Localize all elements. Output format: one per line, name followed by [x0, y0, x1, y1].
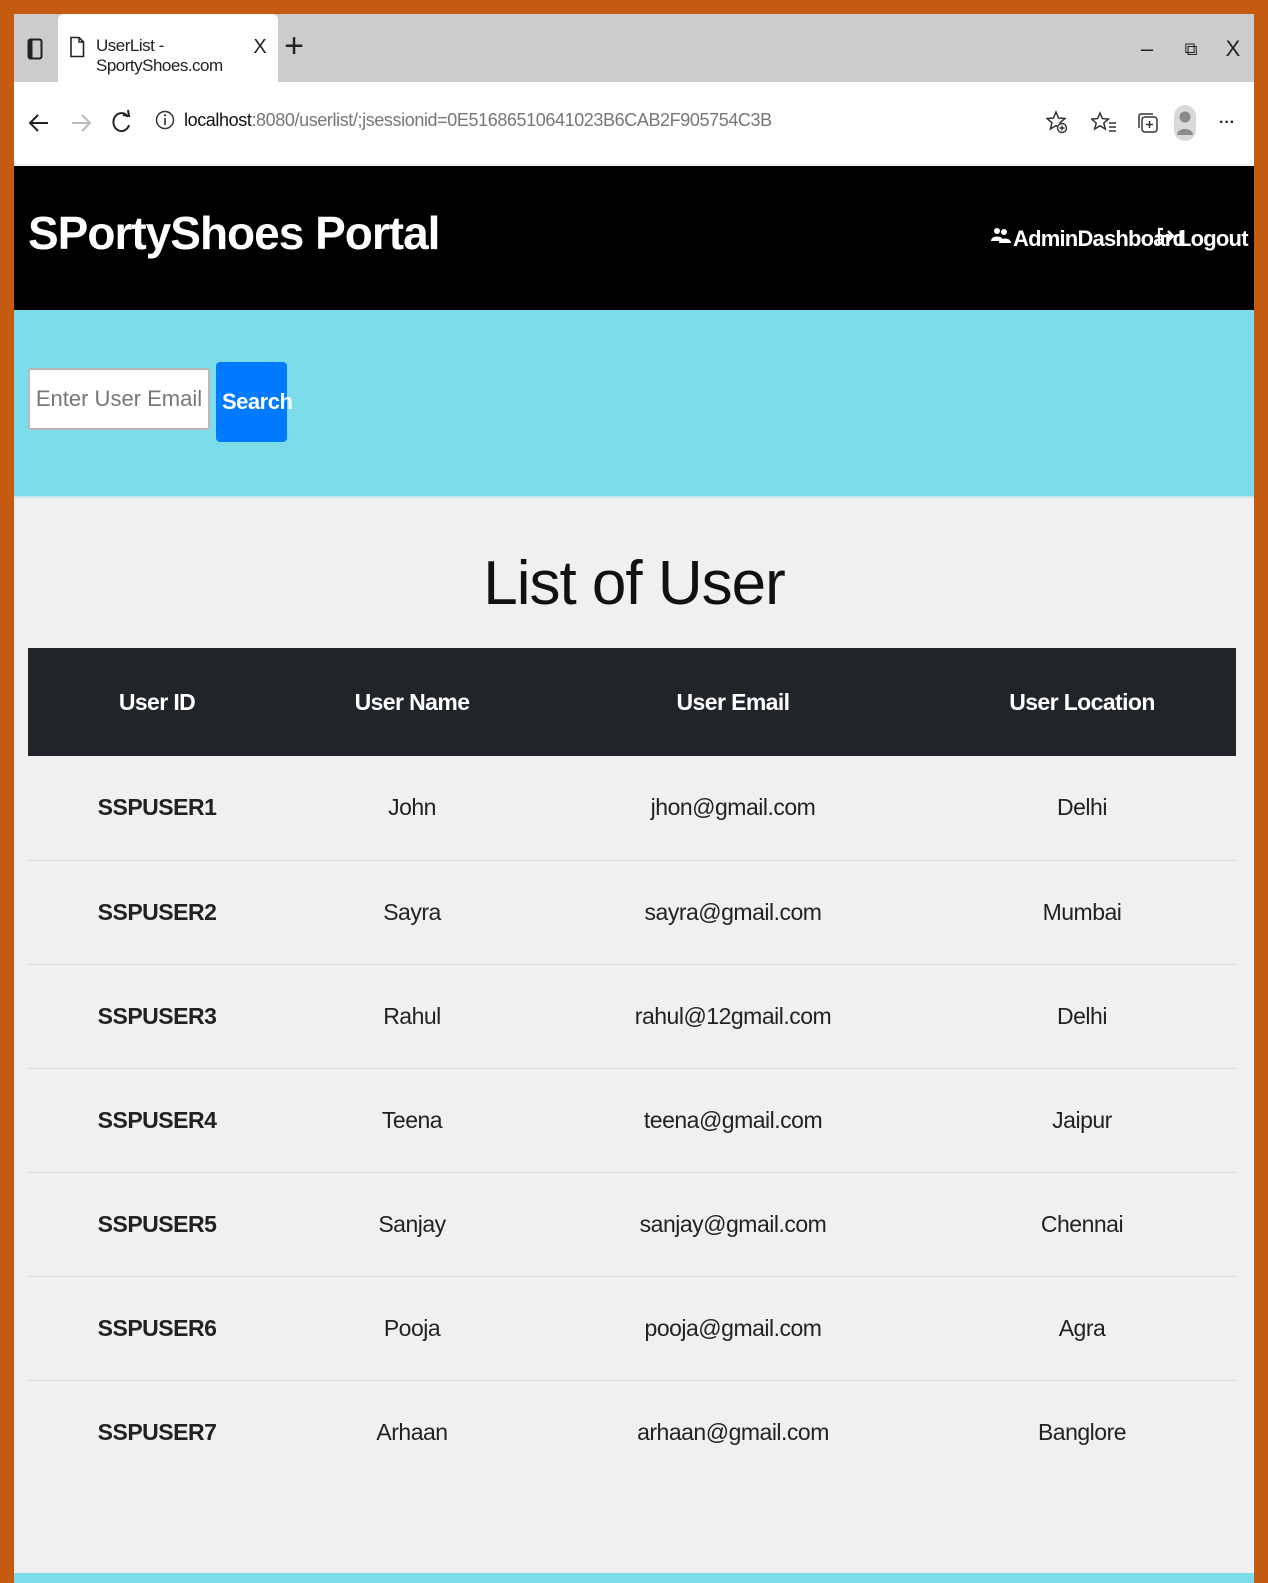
cell-user-email: sanjay@gmail.com — [639, 1210, 827, 1237]
search-button[interactable]: Search — [216, 362, 293, 442]
cell-user-email: rahul@12gmail.com — [634, 1002, 832, 1029]
cell-user-name: Pooja — [383, 1314, 441, 1341]
table-row: SSPUSER4 Teena teena@gmail.com Jaipur — [28, 1068, 1236, 1172]
favorites-icon[interactable] — [1090, 108, 1118, 138]
cell-user-email: pooja@gmail.com — [644, 1314, 822, 1341]
user-email-search-input[interactable] — [28, 368, 210, 430]
cell-user-name: Teena — [381, 1106, 443, 1133]
url-text: localhost:8080/userlist/;jsessionid=0E51… — [184, 110, 772, 131]
tab-actions-icon[interactable] — [24, 36, 46, 62]
cell-user-location: Agra — [1058, 1314, 1106, 1341]
tab-strip: UserList - SportyShoes.com X + – ⧉ X — [14, 14, 1254, 84]
table-row: SSPUSER6 Pooja pooja@gmail.com Agra — [28, 1276, 1236, 1380]
refresh-icon[interactable] — [108, 106, 134, 138]
header-user-id: User ID — [118, 688, 196, 715]
logout-link[interactable]: Logout — [1156, 226, 1249, 252]
cell-user-name: John — [388, 794, 436, 821]
cell-user-location: Delhi — [1057, 794, 1107, 821]
table-row: SSPUSER3 Rahul rahul@12gmail.com Delhi — [28, 964, 1236, 1068]
cell-user-email: teena@gmail.com — [643, 1106, 823, 1133]
cell-user-email: sayra@gmail.com — [644, 898, 822, 925]
table-row: SSPUSER1 John jhon@gmail.com Delhi — [28, 756, 1236, 860]
cell-user-email: jhon@gmail.com — [650, 794, 816, 821]
url-path: :8080/userlist/;jsessionid=0E51686510641… — [251, 110, 772, 130]
page-title: List of User — [483, 549, 786, 618]
cell-user-id: SSPUSER1 — [97, 794, 217, 821]
collections-icon[interactable] — [1134, 108, 1162, 138]
cell-user-name: Sanjay — [378, 1210, 446, 1237]
cell-user-email: arhaan@gmail.com — [637, 1418, 829, 1445]
search-section: Search — [14, 310, 1254, 498]
user-table: User ID User Name User Email User Locati… — [28, 648, 1236, 1484]
new-tab-icon[interactable]: + — [280, 27, 308, 65]
sign-out-icon — [1156, 226, 1176, 252]
header-user-email: User Email — [676, 688, 791, 715]
site-navbar: SPortyShoes Portal AdminDashboard Logout — [14, 166, 1254, 310]
tab-close-icon[interactable]: X — [250, 34, 270, 60]
browser-toolbar: localhost:8080/userlist/;jsessionid=0E51… — [14, 82, 1254, 164]
minimize-icon[interactable]: – — [1134, 36, 1160, 62]
close-window-icon[interactable]: X — [1220, 36, 1246, 62]
cell-user-name: Rahul — [383, 1002, 441, 1029]
cell-user-id: SSPUSER4 — [97, 1106, 217, 1133]
cell-user-id: SSPUSER7 — [97, 1418, 217, 1445]
cell-user-location: Delhi — [1057, 1002, 1107, 1029]
forward-arrow-icon[interactable] — [68, 108, 94, 138]
cell-user-name: Sayra — [383, 898, 441, 925]
table-header-row: User ID User Name User Email User Locati… — [28, 648, 1236, 756]
url-host: localhost — [184, 110, 252, 130]
header-user-location: User Location — [1009, 688, 1155, 715]
address-bar[interactable]: localhost:8080/userlist/;jsessionid=0E51… — [144, 90, 1076, 152]
page-icon — [68, 34, 86, 60]
cell-user-location: Jaipur — [1052, 1106, 1112, 1133]
logout-label: Logout — [1178, 226, 1249, 251]
cell-user-id: SSPUSER3 — [97, 1002, 217, 1029]
table-row: SSPUSER5 Sanjay sanjay@gmail.com Chennai — [28, 1172, 1236, 1276]
add-favorite-icon[interactable] — [1044, 108, 1070, 136]
footer-strip — [14, 1573, 1254, 1583]
table-row: SSPUSER2 Sayra sayra@gmail.com Mumbai — [28, 860, 1236, 964]
cell-user-id: SSPUSER5 — [97, 1210, 217, 1237]
restore-icon[interactable]: ⧉ — [1178, 36, 1204, 62]
header-user-name: User Name — [354, 688, 470, 715]
cell-user-id: SSPUSER2 — [97, 898, 217, 925]
brand-title[interactable]: SPortyShoes Portal — [28, 206, 440, 260]
profile-avatar-icon[interactable] — [1172, 104, 1198, 142]
table-row: SSPUSER7 Arhaan arhaan@gmail.com Banglor… — [28, 1380, 1236, 1484]
cell-user-name: Arhaan — [376, 1418, 448, 1445]
browser-tab[interactable]: UserList - SportyShoes.com X — [58, 14, 278, 84]
users-icon — [991, 226, 1011, 252]
browser-window: UserList - SportyShoes.com X + – ⧉ X loc… — [14, 14, 1254, 1583]
back-arrow-icon[interactable] — [26, 108, 52, 138]
cell-user-location: Banglore — [1037, 1418, 1127, 1445]
cell-user-location: Chennai — [1040, 1210, 1124, 1237]
more-options-icon[interactable]: ··· — [1214, 110, 1240, 136]
cell-user-location: Mumbai — [1042, 898, 1122, 925]
info-icon[interactable] — [154, 109, 176, 131]
cell-user-id: SSPUSER6 — [97, 1314, 217, 1341]
